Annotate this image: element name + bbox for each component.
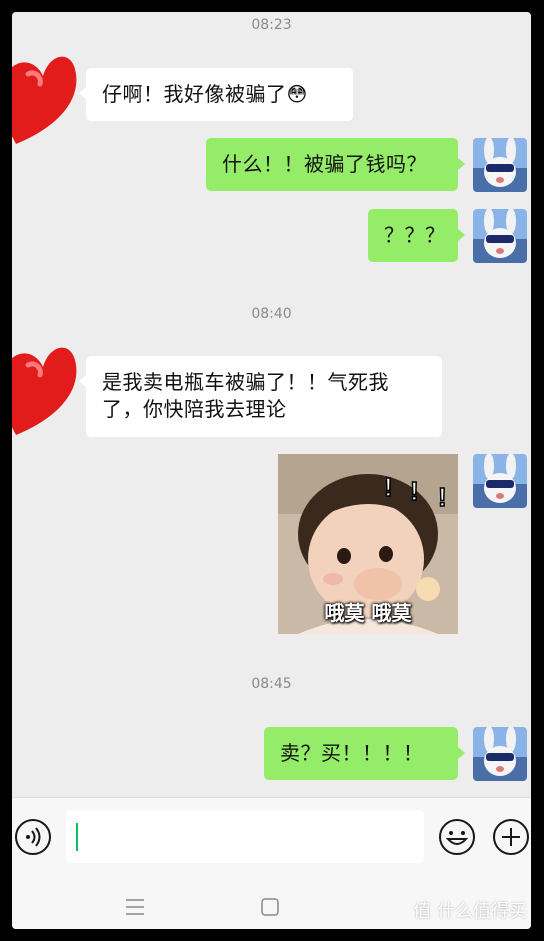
timestamp: 08:45 (251, 676, 292, 692)
my-avatar[interactable] (473, 138, 527, 192)
message-text: ？？？ (384, 223, 446, 247)
message-text: 什么！！被骗了钱吗？ (222, 152, 427, 176)
message-text-line: 是我卖电瓶车被骗了！！气死我 (102, 370, 389, 394)
bunny-avatar-icon (473, 454, 527, 508)
system-nav-bar: 值 什么值得买 (12, 878, 531, 929)
menu-icon[interactable] (124, 897, 146, 917)
watermark: 值 什么值得买 (413, 901, 527, 922)
bunny-avatar-icon (473, 727, 527, 781)
heart-avatar-icon[interactable] (12, 325, 88, 445)
message-bubble-outgoing[interactable]: 什么！！被骗了钱吗？ (206, 138, 465, 191)
svg-text:!: ! (438, 482, 447, 512)
svg-text:!: ! (384, 472, 393, 502)
bunny-avatar-icon (473, 209, 527, 263)
message-bubble-outgoing[interactable]: ？？？ (368, 209, 465, 262)
message-text-line: 了，你快陪我去理论 (102, 397, 287, 421)
sticker-caption: 哦莫 哦莫 (324, 601, 412, 625)
message-input[interactable] (66, 810, 424, 863)
message-bubble-incoming[interactable]: 是我卖电瓶车被骗了！！气死我 了，你快陪我去理论 (79, 356, 442, 437)
plus-icon[interactable] (492, 818, 530, 856)
message-bubble-outgoing[interactable]: 卖？买！！！！ (264, 727, 465, 780)
my-avatar[interactable] (473, 209, 527, 263)
sticker-image[interactable]: ! ! ! 哦莫 哦莫 (278, 454, 458, 634)
text-cursor (76, 823, 78, 851)
bunny-avatar-icon (473, 138, 527, 192)
heart-avatar-icon[interactable] (12, 34, 88, 154)
voice-icon[interactable] (14, 818, 52, 856)
input-bar (12, 797, 531, 878)
message-text: 仔啊！我好像被骗了😳 (102, 82, 308, 106)
my-avatar[interactable] (473, 454, 527, 508)
message-bubble-incoming[interactable]: 仔啊！我好像被骗了😳 (79, 68, 353, 121)
chat-screen: 08:23 仔啊！我好像被骗了😳 什么！！被骗了钱吗？ ？？？ 08:40 是我… (12, 12, 531, 929)
svg-text:!: ! (410, 476, 419, 506)
my-avatar[interactable] (473, 727, 527, 781)
emoji-icon[interactable] (438, 818, 476, 856)
message-text: 卖？买！！！！ (280, 741, 424, 765)
home-icon[interactable] (260, 897, 280, 917)
timestamp: 08:40 (251, 306, 292, 322)
timestamp: 08:23 (251, 17, 292, 33)
